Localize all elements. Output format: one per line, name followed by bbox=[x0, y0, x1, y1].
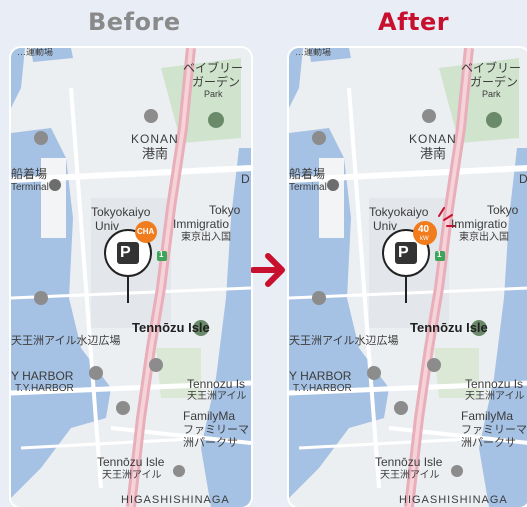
label-immigration: Immigratio bbox=[451, 217, 508, 231]
label-tennozu-jp: 天王洲アイル水辺広場 bbox=[289, 335, 399, 347]
label-tennozu-is-1: Tennozu Is bbox=[187, 377, 246, 391]
map-panel-after[interactable]: …運動場 ベイブリー ガーデン Park KONAN 港南 船着場 Termin… bbox=[289, 48, 527, 507]
parking-letter: P bbox=[120, 244, 131, 261]
parking-letter: P bbox=[398, 244, 409, 261]
label-konan-en: KONAN bbox=[131, 132, 179, 146]
label-top-left: …運動場 bbox=[17, 48, 54, 57]
label-terminal-jp: 船着場 bbox=[289, 167, 326, 181]
label-terminal-jp: 船着場 bbox=[11, 167, 48, 181]
label-tennozu-bottom-jp: 天王洲アイル bbox=[380, 470, 440, 481]
label-familymart: FamilyMa bbox=[461, 409, 514, 423]
label-terminal-en: Terminal bbox=[11, 182, 49, 193]
label-higashi: HIGASHISHINAGA bbox=[121, 494, 230, 506]
label-terminal-en: Terminal bbox=[289, 182, 327, 193]
charge-badge-label: CHA bbox=[137, 227, 155, 236]
label-tokyo-right: Tokyo bbox=[487, 203, 519, 217]
label-park-jp-2: ガーデン bbox=[192, 75, 241, 89]
label-park-jp-1: ベイブリー bbox=[183, 61, 244, 75]
label-tennozu-bottom: Tennōzu Isle bbox=[97, 455, 165, 469]
label-tokyokaiyo: Tokyokaiyo bbox=[369, 205, 429, 219]
label-d: D bbox=[519, 172, 527, 186]
label-harbor-sub: T.Y.HARBOR bbox=[15, 383, 74, 394]
label-tennozu-is-jp: 天王洲アイル bbox=[465, 391, 525, 402]
label-immigration-jp: 東京出入国 bbox=[459, 232, 509, 243]
before-title: Before bbox=[88, 8, 181, 36]
label-d: D bbox=[241, 172, 250, 186]
label-familymart-jp-2: 洲パークサ bbox=[183, 437, 238, 449]
label-tennozu-is-jp: 天王洲アイル bbox=[187, 391, 247, 402]
label-familymart-jp-1: ファミリーマ bbox=[461, 424, 527, 436]
label-tennozu-jp: 天王洲アイル水辺広場 bbox=[11, 335, 121, 347]
label-familymart: FamilyMa bbox=[183, 409, 236, 423]
route-number: 1 bbox=[159, 250, 164, 259]
label-konan-jp: 港南 bbox=[420, 146, 447, 161]
label-top-left: …運動場 bbox=[295, 48, 332, 57]
label-tennozu-bottom: Tennōzu Isle bbox=[375, 455, 443, 469]
label-univ: Univ bbox=[95, 219, 120, 233]
label-familymart-jp-1: ファミリーマ bbox=[183, 424, 249, 436]
label-familymart-jp-2: 洲パークサ bbox=[461, 437, 516, 449]
label-park-en: Park bbox=[482, 89, 501, 99]
label-tennozu-is-1: Tennozu Is bbox=[465, 377, 524, 391]
label-konan-en: KONAN bbox=[409, 132, 457, 146]
label-tokyokaiyo: Tokyokaiyo bbox=[91, 205, 151, 219]
power-value: 40 bbox=[418, 224, 430, 235]
arrow-right-icon bbox=[251, 253, 285, 287]
map-panel-before[interactable]: …運動場 ベイブリー ガーデン Park KONAN 港南 船着場 Termin… bbox=[11, 48, 251, 507]
label-immigration-jp: 東京出入国 bbox=[181, 232, 231, 243]
label-tennozu-bottom-jp: 天王洲アイル bbox=[102, 470, 162, 481]
label-tennozu-isle: Tennōzu Isle bbox=[410, 320, 488, 335]
label-tokyo-right: Tokyo bbox=[209, 203, 241, 217]
label-park-jp-1: ベイブリー bbox=[461, 61, 522, 75]
label-harbor-sub: T.Y.HARBOR bbox=[293, 383, 352, 394]
label-higashi: HIGASHISHINAGA bbox=[399, 494, 508, 506]
after-title: After bbox=[378, 8, 450, 36]
label-park-en: Park bbox=[204, 89, 223, 99]
label-konan-jp: 港南 bbox=[142, 146, 169, 161]
label-harbor: Y HARBOR bbox=[11, 369, 74, 383]
label-tennozu-isle: Tennōzu Isle bbox=[132, 320, 210, 335]
power-unit: kW bbox=[420, 236, 429, 242]
route-number: 1 bbox=[437, 250, 442, 259]
label-park-jp-2: ガーデン bbox=[470, 75, 519, 89]
label-immigration: Immigratio bbox=[173, 217, 230, 231]
label-univ: Univ bbox=[373, 219, 398, 233]
label-harbor: Y HARBOR bbox=[289, 369, 352, 383]
